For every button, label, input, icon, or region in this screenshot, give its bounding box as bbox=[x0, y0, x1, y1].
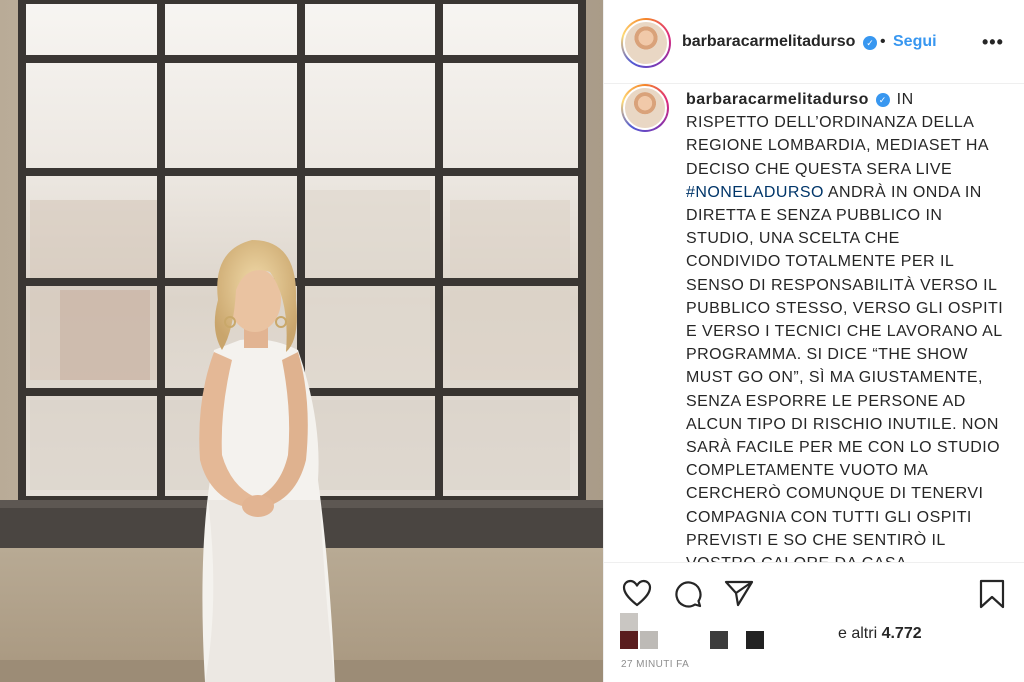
post-timestamp[interactable]: 27 MINUTI FA bbox=[621, 659, 689, 670]
caption-line: PREVISTI E SO CHE SENTIRÒ IL bbox=[686, 531, 946, 549]
liker-avatar bbox=[620, 613, 638, 631]
author-username[interactable]: barbaracarmelitadurso bbox=[682, 33, 855, 51]
post-sidebar: barbaracarmelitadurso ✓ • Segui ••• barb… bbox=[603, 0, 1024, 682]
caption-line: COMPLETAMENTE VUOTO MA bbox=[686, 462, 929, 480]
post-image[interactable] bbox=[0, 0, 603, 682]
hashtag-link[interactable]: #NONELADURSO bbox=[686, 184, 824, 201]
verified-badge-icon: ✓ bbox=[863, 36, 877, 50]
liked-by-row[interactable]: e altri 4.772 bbox=[620, 613, 1020, 653]
bookmark-icon[interactable] bbox=[979, 579, 1005, 609]
caption-line: VOSTRO CALORE DA CASA bbox=[686, 552, 1008, 562]
caption-line: CONDIVIDO TOTALMENTE PER IL bbox=[686, 253, 955, 271]
likes-count: 4.772 bbox=[881, 625, 922, 642]
caption-line: E VERSO I TECNICI CHE LAVORANO AL bbox=[686, 323, 1003, 341]
caption-line: SENZA ESPORRE LE PERSONE AD bbox=[686, 392, 966, 410]
post-header: barbaracarmelitadurso ✓ • Segui ••• bbox=[604, 0, 1024, 84]
caption-line: MUST GO ON”, SÌ MA GIUSTAMENTE, bbox=[686, 369, 983, 387]
post-actions: e altri 4.772 27 MINUTI FA bbox=[604, 562, 1024, 682]
caption-line: ANDRÀ IN ONDA IN bbox=[827, 183, 982, 201]
caption-line: SARÀ FACILE PER ME CON LO STUDIO bbox=[686, 439, 1001, 457]
caption-line: DECISO CHE QUESTA SERA LIVE bbox=[686, 160, 953, 178]
caption-line: IN bbox=[896, 91, 914, 108]
caption-text: barbaracarmelitadurso ✓ IN RISPETTO DELL… bbox=[686, 88, 1008, 562]
caption-line: PUBBLICO STESSO, VERSO GLI OSPITI bbox=[686, 299, 1004, 317]
author-avatar[interactable] bbox=[621, 18, 671, 68]
caption-line: SENSO DI RESPONSABILITÀ VERSO IL bbox=[686, 276, 998, 294]
follow-button[interactable]: Segui bbox=[893, 33, 937, 51]
heart-icon[interactable] bbox=[622, 579, 652, 607]
caption-first-line: barbaracarmelitadurso ✓ IN bbox=[686, 88, 1008, 111]
caption-line: DIRETTA E SENZA PUBBLICO IN bbox=[686, 207, 943, 225]
caption-line: RISPETTO DELL’ORDINANZA DELLA bbox=[686, 114, 975, 132]
liker-avatar bbox=[746, 631, 764, 649]
paper-plane-icon[interactable] bbox=[724, 579, 754, 607]
liker-avatar bbox=[710, 631, 728, 649]
caption-line: ALCUN TIPO DI RISCHIO INUTILE. NON bbox=[686, 415, 999, 433]
caption-username[interactable]: barbaracarmelitadurso bbox=[686, 91, 869, 108]
caption-line: REGIONE LOMBARDIA, MEDIASET HA bbox=[686, 137, 990, 155]
caption-section: barbaracarmelitadurso ✓ IN RISPETTO DELL… bbox=[604, 84, 1024, 562]
likes-prefix: e altri bbox=[838, 625, 882, 642]
caption-line: COMPAGNIA CON TUTTI GLI OSPITI bbox=[686, 508, 972, 526]
liker-avatar bbox=[640, 631, 658, 649]
caption-line: CERCHERÒ COMUNQUE DI TENERVI bbox=[686, 485, 984, 503]
more-options-icon[interactable]: ••• bbox=[982, 32, 1004, 53]
caption-hashtag-line: #NONELADURSO ANDRÀ IN ONDA IN bbox=[686, 181, 1008, 204]
liker-avatar bbox=[620, 631, 638, 649]
caption-verified-icon: ✓ bbox=[875, 93, 890, 107]
header-separator: • bbox=[880, 33, 886, 50]
caption-author-avatar[interactable] bbox=[621, 84, 669, 132]
comment-icon[interactable] bbox=[673, 579, 703, 609]
caption-line: STUDIO, UNA SCELTA CHE bbox=[686, 230, 900, 248]
post-photo-illustration bbox=[0, 0, 603, 682]
caption-line: PROGRAMMA. SI DICE “THE SHOW bbox=[686, 346, 968, 364]
likes-count-text[interactable]: e altri 4.772 bbox=[838, 625, 922, 643]
